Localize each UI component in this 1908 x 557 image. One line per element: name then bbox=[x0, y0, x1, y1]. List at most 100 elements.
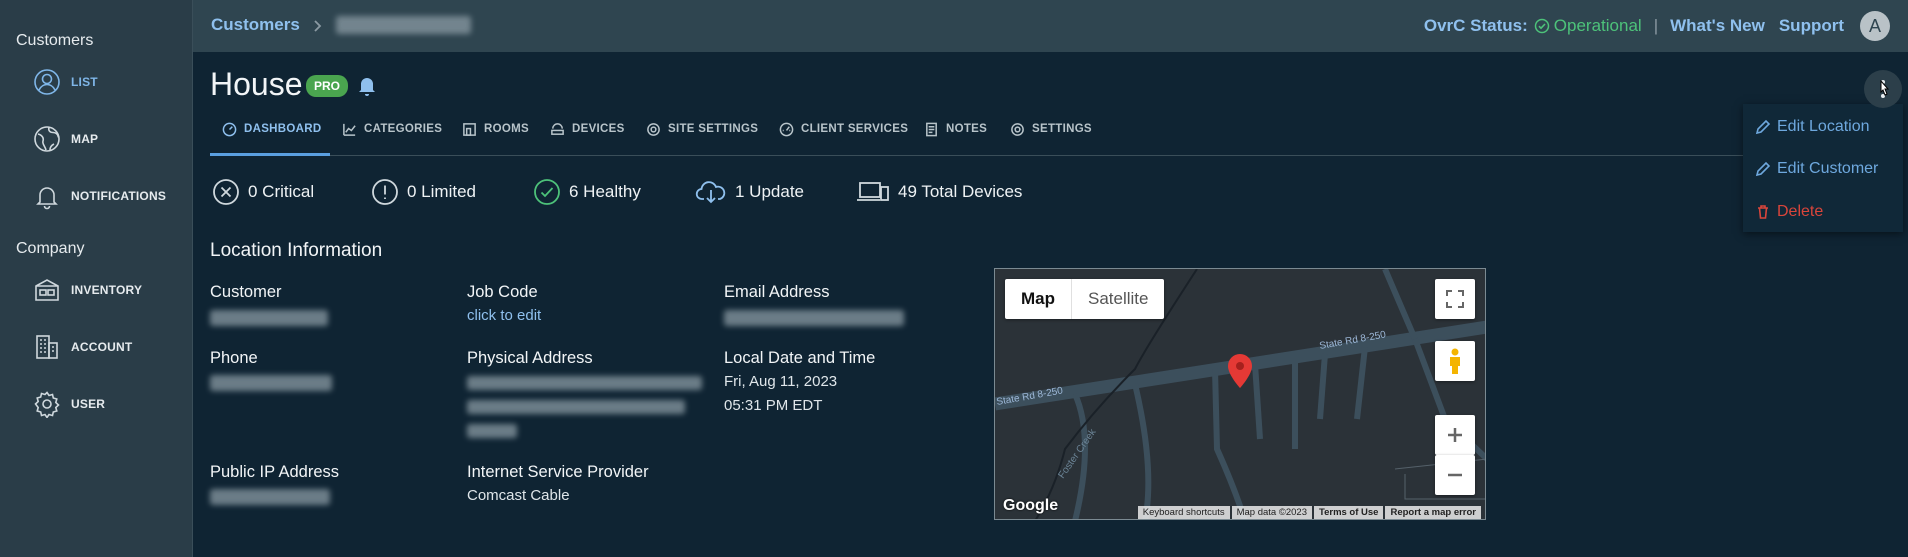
stat-total-text: 49 Total Devices bbox=[898, 182, 1023, 201]
tab-devices[interactable]: DEVICES bbox=[550, 118, 625, 156]
sidebar-item-list[interactable]: LIST bbox=[33, 67, 98, 97]
map-type-map-button[interactable]: Map bbox=[1005, 279, 1072, 319]
email-value-redacted bbox=[724, 310, 904, 326]
gear-icon bbox=[1011, 123, 1024, 136]
sidebar-item-notifications[interactable]: NOTIFICATIONS bbox=[33, 181, 166, 211]
stat-critical[interactable]: 0 Critical bbox=[212, 178, 314, 206]
stat-limited[interactable]: 0 Limited bbox=[371, 178, 476, 206]
local-date-value: Fri, Aug 11, 2023 bbox=[724, 373, 838, 390]
bell-icon bbox=[359, 78, 375, 96]
zoom-in-button[interactable] bbox=[1435, 415, 1475, 455]
map-footer: Keyboard shortcuts Map data ©2023 Terms … bbox=[1136, 506, 1481, 519]
physical-address-label: Physical Address bbox=[467, 349, 593, 367]
phone-value-redacted bbox=[210, 375, 332, 391]
email-label: Email Address bbox=[724, 283, 830, 301]
sidebar-item-inventory[interactable]: INVENTORY bbox=[33, 275, 142, 305]
stat-total-devices[interactable]: 49 Total Devices bbox=[856, 178, 1022, 206]
zoom-out-button[interactable] bbox=[1435, 455, 1475, 495]
stat-healthy[interactable]: 6 Healthy bbox=[533, 178, 641, 206]
divider: | bbox=[1653, 16, 1659, 35]
location-heading: Location Information bbox=[210, 240, 383, 261]
warehouse-icon bbox=[35, 279, 59, 301]
map-data-text: Map data ©2023 bbox=[1231, 506, 1312, 519]
customer-value-redacted bbox=[210, 310, 328, 326]
chart-icon bbox=[343, 123, 356, 136]
sidebar-item-user[interactable]: USER bbox=[33, 389, 105, 419]
notification-bell-button[interactable] bbox=[357, 75, 377, 102]
menu-item-label: Edit Location bbox=[1777, 118, 1870, 135]
tab-label: SETTINGS bbox=[1032, 123, 1092, 135]
check-circle-icon bbox=[1534, 18, 1550, 34]
tab-label: CLIENT SERVICES bbox=[801, 123, 909, 135]
minus-icon bbox=[1448, 473, 1462, 477]
pegman-icon bbox=[1450, 348, 1460, 374]
pencil-icon bbox=[1755, 161, 1771, 177]
tab-settings[interactable]: SETTINGS bbox=[1010, 118, 1092, 156]
map-pin-icon[interactable] bbox=[1228, 354, 1252, 388]
stat-healthy-text: 6 Healthy bbox=[569, 182, 641, 201]
plus-icon bbox=[1448, 428, 1462, 442]
sidebar-item-label: USER bbox=[71, 397, 106, 411]
street-view-button[interactable] bbox=[1435, 341, 1475, 381]
sidebar-item-label: LIST bbox=[71, 75, 98, 89]
terms-link[interactable]: Terms of Use bbox=[1313, 506, 1384, 519]
building-icon bbox=[36, 335, 58, 359]
page-title: House bbox=[210, 66, 303, 102]
tab-dashboard[interactable]: DASHBOARD bbox=[210, 118, 330, 156]
edit-location-item[interactable]: Edit Location bbox=[1755, 118, 1870, 136]
address-line2-redacted bbox=[467, 400, 685, 414]
tab-label: ROOMS bbox=[484, 123, 529, 135]
avatar[interactable]: A bbox=[1860, 11, 1890, 41]
phone-label: Phone bbox=[210, 349, 258, 367]
ovrc-status-label: OvrC Status: bbox=[1423, 16, 1528, 35]
stat-update[interactable]: 1 Update bbox=[695, 178, 804, 206]
tab-site-settings[interactable]: SITE SETTINGS bbox=[646, 118, 758, 156]
sidebar-item-label: NOTIFICATIONS bbox=[71, 189, 167, 203]
isp-value: Comcast Cable bbox=[467, 487, 570, 504]
pro-badge: PRO bbox=[306, 75, 349, 97]
edit-customer-item[interactable]: Edit Customer bbox=[1755, 160, 1878, 178]
sidebar-item-label: MAP bbox=[71, 132, 99, 146]
tab-rooms[interactable]: ROOMS bbox=[462, 118, 529, 156]
sidebar: Customers LIST MAP NOTIFICATIONS Company… bbox=[0, 0, 193, 557]
stat-critical-text: 0 Critical bbox=[248, 182, 315, 201]
sidebar-heading-company: Company bbox=[16, 240, 85, 257]
tab-categories[interactable]: CATEGORIES bbox=[342, 118, 442, 156]
breadcrumb-customer-name-redacted[interactable] bbox=[336, 16, 471, 34]
x-circle-icon bbox=[213, 179, 239, 205]
location-map[interactable]: State Rd 8-250 State Rd 8-250 Foster Cre… bbox=[994, 268, 1486, 520]
cursor-icon bbox=[1880, 80, 1890, 96]
tab-notes[interactable]: NOTES bbox=[924, 118, 987, 156]
tab-label: SITE SETTINGS bbox=[668, 123, 759, 135]
tab-client-services[interactable]: CLIENT SERVICES bbox=[779, 118, 908, 156]
keyboard-shortcuts-link[interactable]: Keyboard shortcuts bbox=[1137, 506, 1230, 519]
router-icon bbox=[551, 123, 564, 135]
fullscreen-button[interactable] bbox=[1435, 279, 1475, 319]
isp-label: Internet Service Provider bbox=[467, 463, 649, 481]
sidebar-item-map[interactable]: MAP bbox=[33, 124, 98, 154]
job-code-edit-link[interactable]: click to edit bbox=[467, 304, 541, 328]
whats-new-link[interactable]: What's New bbox=[1670, 16, 1765, 36]
top-bar: Customers OvrC Status: Operational | Wha… bbox=[193, 0, 1908, 52]
sidebar-heading-customers: Customers bbox=[16, 32, 94, 49]
support-link[interactable]: Support bbox=[1779, 16, 1844, 36]
status-badge: Operational bbox=[1534, 16, 1642, 36]
tab-bar: DASHBOARD CATEGORIES ROOMS DEVICES SITE … bbox=[210, 118, 1745, 156]
menu-item-label: Edit Customer bbox=[1777, 160, 1879, 177]
public-ip-label: Public IP Address bbox=[210, 463, 340, 481]
notes-icon bbox=[926, 122, 937, 137]
devices-icon bbox=[857, 182, 889, 201]
report-map-error-link[interactable]: Report a map error bbox=[1385, 506, 1481, 519]
breadcrumb-customers[interactable]: Customers bbox=[211, 15, 300, 35]
fullscreen-icon bbox=[1446, 290, 1464, 308]
local-time-label: Local Date and Time bbox=[724, 349, 876, 367]
delete-item[interactable]: Delete bbox=[1755, 203, 1823, 221]
job-code-label: Job Code bbox=[467, 283, 538, 301]
address-line3-redacted bbox=[467, 424, 517, 438]
map-type-satellite-button[interactable]: Satellite bbox=[1072, 279, 1164, 319]
sidebar-item-account[interactable]: ACCOUNT bbox=[33, 332, 132, 362]
room-icon bbox=[463, 123, 476, 136]
stat-update-text: 1 Update bbox=[735, 182, 804, 201]
alert-circle-icon bbox=[372, 179, 398, 205]
tab-label: CATEGORIES bbox=[364, 123, 443, 135]
